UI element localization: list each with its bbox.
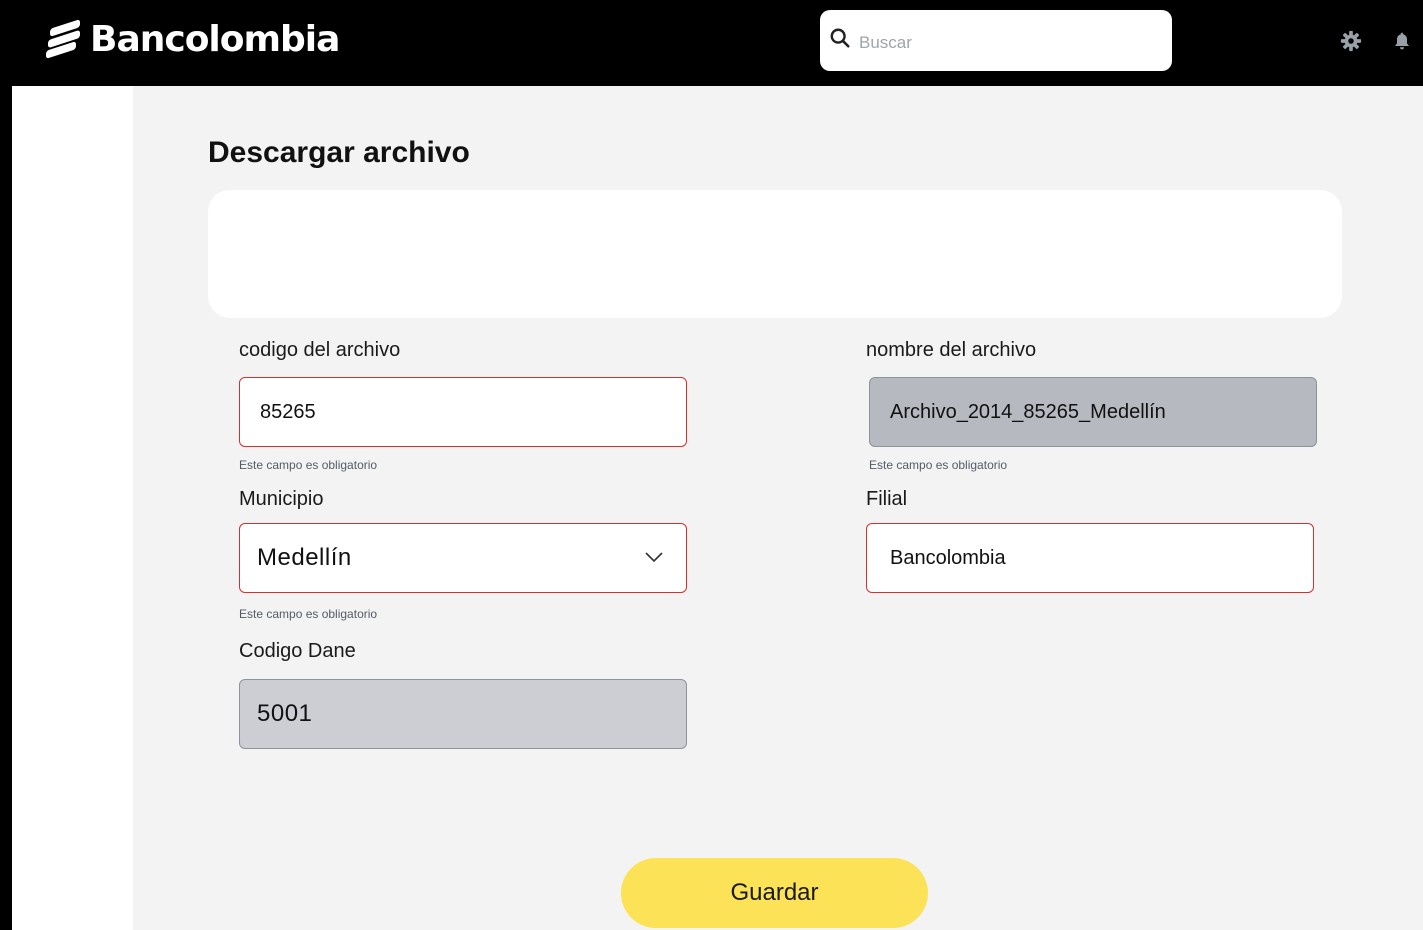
search-input[interactable]: [859, 32, 1149, 53]
municipio-select[interactable]: Medellín: [239, 523, 687, 593]
nombre-value: Archivo_2014_85265_Medellín: [890, 400, 1166, 423]
codigo-label: codigo del archivo: [239, 339, 401, 361]
content-panel: [208, 190, 1342, 318]
gear-icon[interactable]: [1339, 29, 1363, 53]
filial-value: Bancolombia: [890, 546, 1006, 569]
search-box[interactable]: [820, 10, 1172, 71]
dane-input: 5001: [239, 679, 687, 749]
dane-value: 5001: [257, 700, 313, 727]
filial-label: Filial: [866, 488, 908, 510]
municipio-value: Medellín: [257, 544, 352, 571]
municipio-hint: Este campo es obligatorio: [239, 607, 378, 621]
search-icon: [829, 27, 859, 54]
chevron-down-icon: [645, 552, 663, 563]
bancolombia-logo[interactable]: Bancolombia: [46, 18, 340, 60]
codigo-value: 85265: [260, 400, 316, 423]
sidebar: [12, 86, 133, 930]
nombre-input: Archivo_2014_85265_Medellín: [869, 377, 1317, 447]
main-content: Descargar archivo codigo del archivo 852…: [133, 86, 1423, 930]
municipio-label: Municipio: [239, 488, 324, 510]
filial-input[interactable]: Bancolombia: [866, 523, 1314, 593]
top-bar: Bancolombia: [0, 0, 1423, 86]
bell-icon[interactable]: [1390, 29, 1414, 53]
nombre-label: nombre del archivo: [866, 339, 1037, 361]
save-button[interactable]: Guardar: [621, 858, 928, 928]
codigo-hint: Este campo es obligatorio: [239, 458, 378, 472]
codigo-input[interactable]: 85265: [239, 377, 687, 447]
dane-label: Codigo Dane: [239, 640, 356, 662]
page-title: Descargar archivo: [208, 136, 470, 169]
nombre-hint: Este campo es obligatorio: [869, 458, 1008, 472]
logo-mark-icon: [46, 19, 82, 59]
logo-text: Bancolombia: [90, 18, 340, 60]
